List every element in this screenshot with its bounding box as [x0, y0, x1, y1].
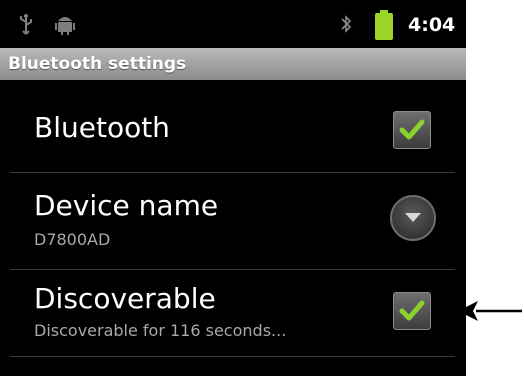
status-bar: 4:04: [0, 0, 466, 48]
battery-icon: [375, 10, 393, 40]
clock: 4:04: [408, 14, 456, 36]
usb-icon: [18, 14, 34, 39]
android-debug-icon: [55, 14, 75, 39]
check-icon: [399, 300, 425, 321]
arrow-left-icon: [458, 301, 522, 321]
check-icon: [399, 119, 425, 140]
chevron-down-icon: [405, 213, 421, 222]
bluetooth-checkbox[interactable]: [393, 111, 431, 149]
setting-title: Bluetooth: [34, 111, 170, 144]
bluetooth-icon: [340, 14, 352, 37]
setting-title: Device name: [34, 189, 219, 222]
setting-row-bluetooth[interactable]: Bluetooth: [0, 80, 466, 172]
phone-screen: 4:04 Bluetooth settings Bluetooth Device…: [0, 0, 466, 376]
setting-summary: D7800AD: [34, 230, 111, 249]
discoverable-checkbox[interactable]: [393, 292, 431, 330]
setting-summary: Discoverable for 116 seconds...: [34, 321, 287, 340]
divider: [10, 356, 455, 357]
setting-row-device-name[interactable]: Device name D7800AD: [0, 173, 466, 269]
setting-title: Discoverable: [34, 282, 216, 315]
page-title: Bluetooth settings: [8, 54, 187, 74]
device-name-dropdown[interactable]: [390, 195, 436, 241]
setting-row-discoverable[interactable]: Discoverable Discoverable for 116 second…: [0, 270, 466, 356]
title-bar: Bluetooth settings: [0, 48, 466, 80]
